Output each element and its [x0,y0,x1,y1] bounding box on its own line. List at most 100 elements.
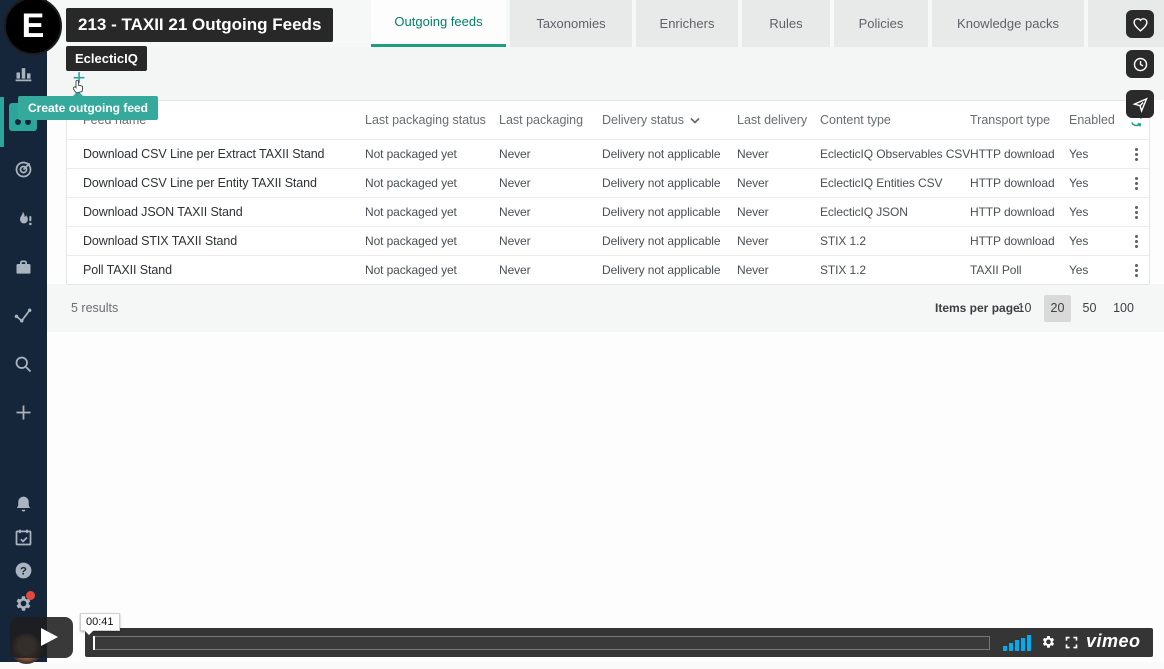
search-icon[interactable] [11,352,36,377]
seek-bar[interactable] [93,636,990,650]
bell-icon[interactable] [11,492,36,517]
table-row[interactable]: Download STIX TAXII Stand Not packaged y… [67,226,1149,255]
results-count: 5 results [71,284,118,332]
plus-icon[interactable] [11,400,36,425]
cell-last-delivery: Never [737,176,820,190]
cell-transport-type: TAXII Poll [970,263,1069,277]
cell-enabled: Yes [1069,205,1123,219]
volume-control[interactable] [1003,635,1033,651]
vimeo-player-frame: Outgoing feeds Taxonomies Enrichers Rule… [0,0,1164,669]
kebab-menu-icon[interactable] [1123,177,1149,190]
cell-last-packaging-status: Not packaged yet [365,147,499,161]
cell-enabled: Yes [1069,263,1123,277]
heart-icon [1134,18,1147,30]
page-bottom-strip [0,662,1164,669]
help-icon[interactable]: ? [11,558,36,583]
fullscreen-icon[interactable] [1064,635,1079,650]
kebab-menu-icon[interactable] [1123,264,1149,277]
cell-feed-name: Download CSV Line per Extract TAXII Stan… [83,147,365,161]
cell-enabled: Yes [1069,234,1123,248]
cell-delivery-status: Delivery not applicable [602,234,737,248]
like-button[interactable] [1126,10,1154,38]
col-enabled: Enabled [1069,113,1123,127]
col-last-packaging: Last packaging [499,113,602,127]
play-icon [41,628,58,646]
page-size-50[interactable]: 50 [1076,295,1103,322]
time-tooltip: 00:41 [80,613,120,631]
cell-delivery-status: Delivery not applicable [602,147,737,161]
play-button[interactable] [10,617,73,658]
table-row[interactable]: Poll TAXII Stand Not packaged yet Never … [67,255,1149,284]
cell-content-type: EclecticIQ Entities CSV [820,176,970,190]
bar-chart-icon[interactable] [11,60,36,85]
graph-icon[interactable] [11,303,36,328]
table-row[interactable]: Download CSV Line per Extract TAXII Stan… [67,139,1149,168]
cell-transport-type: HTTP download [970,176,1069,190]
clock-icon [1132,56,1149,73]
table-row[interactable]: Download JSON TAXII Stand Not packaged y… [67,197,1149,226]
player-settings-gear-icon[interactable] [1040,634,1057,651]
kebab-menu-icon[interactable] [1123,206,1149,219]
video-title[interactable]: 213 - TAXII 21 Outgoing Feeds [66,8,333,42]
kebab-menu-icon[interactable] [1123,235,1149,248]
cell-last-packaging: Never [499,263,602,277]
cell-last-delivery: Never [737,234,820,248]
cell-feed-name: Poll TAXII Stand [83,263,365,277]
table-header-row: Feed name Last packaging status Last pac… [67,101,1149,139]
table-row[interactable]: Download CSV Line per Entity TAXII Stand… [67,168,1149,197]
calendar-check-icon[interactable] [11,525,36,550]
cell-transport-type: HTTP download [970,205,1069,219]
cell-last-packaging-status: Not packaged yet [365,234,499,248]
cell-transport-type: HTTP download [970,147,1069,161]
chevron-down-icon[interactable] [690,113,700,127]
cell-feed-name: Download CSV Line per Entity TAXII Stand [83,176,365,190]
cell-last-packaging: Never [499,147,602,161]
cell-feed-name: Download STIX TAXII Stand [83,234,365,248]
cell-last-packaging: Never [499,205,602,219]
vimeo-logo[interactable]: vimeo [1086,631,1141,652]
cell-last-delivery: Never [737,205,820,219]
cell-enabled: Yes [1069,176,1123,190]
send-icon [1132,96,1149,113]
active-nav-indicator [0,97,4,147]
cell-last-packaging-status: Not packaged yet [365,263,499,277]
col-content-type: Content type [820,113,970,127]
cell-last-packaging-status: Not packaged yet [365,176,499,190]
cell-last-packaging: Never [499,234,602,248]
playhead[interactable] [93,636,95,650]
col-delivery-status: Delivery status [602,113,737,128]
page-size-20[interactable]: 20 [1044,295,1071,322]
tab-taxonomies[interactable]: Taxonomies [510,0,632,47]
kebab-menu-icon[interactable] [1123,148,1149,161]
table-footer: 5 results Items per page: 10 20 50 100 [47,284,1164,332]
cell-content-type: STIX 1.2 [820,234,970,248]
cell-transport-type: HTTP download [970,234,1069,248]
page-size-100[interactable]: 100 [1107,295,1140,322]
tab-policies[interactable]: Policies [834,0,928,47]
svg-text:?: ? [20,565,27,577]
hand-cursor-icon [70,78,87,95]
cell-last-packaging: Never [499,176,602,190]
flame-alert-icon[interactable] [11,207,36,232]
col-last-packaging-status: Last packaging status [365,113,499,127]
col-delivery-status-label: Delivery status [602,113,684,127]
tab-knowledge-packs[interactable]: Knowledge packs [932,0,1084,47]
cell-last-delivery: Never [737,147,820,161]
tab-enrichers[interactable]: Enrichers [636,0,738,47]
video-byline[interactable]: EclecticIQ [66,46,147,71]
tab-rules[interactable]: Rules [742,0,830,47]
col-transport-type: Transport type [970,113,1069,127]
cell-content-type: EclecticIQ Observables CSV [820,147,970,161]
cell-content-type: EclecticIQ JSON [820,205,970,219]
cell-last-packaging-status: Not packaged yet [365,205,499,219]
cell-delivery-status: Delivery not applicable [602,263,737,277]
share-button[interactable] [1126,90,1154,118]
cell-last-delivery: Never [737,263,820,277]
target-icon[interactable] [11,157,36,182]
cell-delivery-status: Delivery not applicable [602,176,737,190]
watch-later-button[interactable] [1126,50,1154,78]
briefcase-icon[interactable] [11,255,36,280]
tab-outgoing-feeds[interactable]: Outgoing feeds [371,0,506,47]
page-size-10[interactable]: 10 [1011,295,1038,322]
outgoing-feeds-table: Feed name Last packaging status Last pac… [66,100,1150,285]
